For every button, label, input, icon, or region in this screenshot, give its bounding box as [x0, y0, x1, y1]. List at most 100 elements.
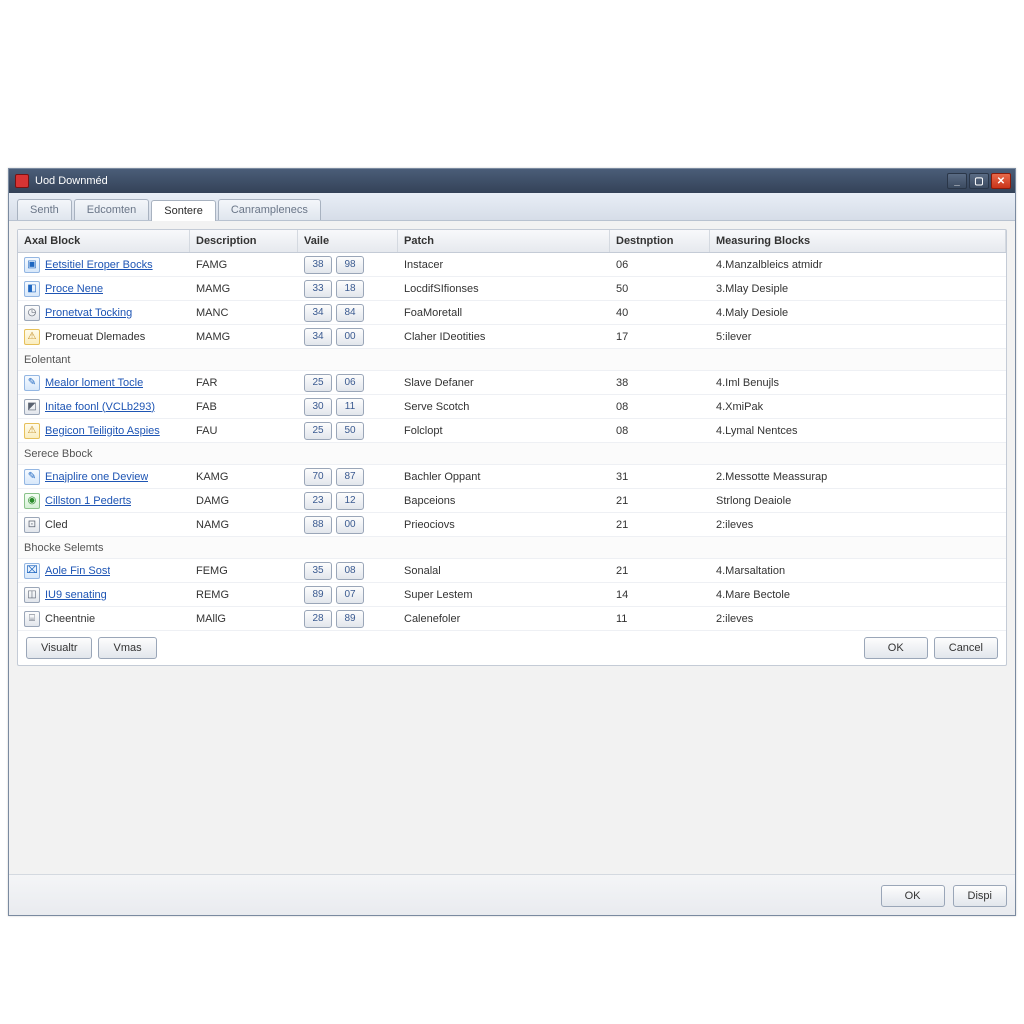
- data-grid: Axal Block Description Vaile Patch Destn…: [18, 230, 1006, 631]
- group-header: Bhocke Selemts: [18, 537, 1006, 559]
- maximize-button[interactable]: ▢: [969, 173, 989, 189]
- dialog-ok-button[interactable]: OK: [881, 885, 945, 907]
- table-row[interactable]: ⚠Begicon Teiligito AspiesFAU2550Folclopt…: [18, 419, 1006, 443]
- cell-patch: Super Lestem: [398, 587, 610, 603]
- table-row[interactable]: ◉Cillston 1 PedertsDAMG2312Bapceions21St…: [18, 489, 1006, 513]
- cancel-button[interactable]: Cancel: [934, 637, 998, 659]
- minimize-button[interactable]: _: [947, 173, 967, 189]
- value-button-b[interactable]: 00: [336, 328, 364, 346]
- col-header-destnption[interactable]: Destnption: [610, 230, 710, 252]
- cell-patch: Folclopt: [398, 423, 610, 439]
- value-button-a[interactable]: 88: [304, 516, 332, 534]
- row-icon: ⚠: [24, 423, 40, 439]
- value-button-a[interactable]: 38: [304, 256, 332, 274]
- value-button-a[interactable]: 25: [304, 374, 332, 392]
- value-button-b[interactable]: 07: [336, 586, 364, 604]
- table-row[interactable]: ⚠Promeuat DlemadesMAMG3400Claher IDeotit…: [18, 325, 1006, 349]
- value-button-b[interactable]: 12: [336, 492, 364, 510]
- tab-edcomten[interactable]: Edcomten: [74, 199, 150, 220]
- block-name: Cled: [45, 519, 68, 531]
- row-icon: ◧: [24, 281, 40, 297]
- block-name[interactable]: Mealor loment Tocle: [45, 377, 143, 389]
- cell-description: MAMG: [190, 329, 298, 345]
- table-row[interactable]: ✎Enajplire one DeviewKAMG7087Bachler Opp…: [18, 465, 1006, 489]
- value-button-a[interactable]: 89: [304, 586, 332, 604]
- block-name[interactable]: Initae foonl (VCLb293): [45, 401, 155, 413]
- block-name[interactable]: Aole Fin Sost: [45, 565, 110, 577]
- cell-description: NAMG: [190, 517, 298, 533]
- dialog-dispi-button[interactable]: Dispi: [953, 885, 1007, 907]
- table-row[interactable]: ▣Eetsitiel Eroper BocksFAMG3898Instacer0…: [18, 253, 1006, 277]
- col-header-value[interactable]: Vaile: [298, 230, 398, 252]
- tab-canramplenecs[interactable]: Canramplenecs: [218, 199, 321, 220]
- ok-button[interactable]: OK: [864, 637, 928, 659]
- table-row[interactable]: ✎Mealor loment TocleFAR2506Slave Defaner…: [18, 371, 1006, 395]
- close-button[interactable]: ✕: [991, 173, 1011, 189]
- tab-senth[interactable]: Senth: [17, 199, 72, 220]
- value-button-a[interactable]: 30: [304, 398, 332, 416]
- row-icon: ◩: [24, 399, 40, 415]
- value-button-b[interactable]: 08: [336, 562, 364, 580]
- table-row[interactable]: ◫IU9 senatingREMG8907Super Lestem144.Mar…: [18, 583, 1006, 607]
- value-button-b[interactable]: 89: [336, 610, 364, 628]
- col-header-description[interactable]: Description: [190, 230, 298, 252]
- tabs-strip: Senth Edcomten Sontere Canramplenecs: [9, 193, 1015, 221]
- window-title: Uod Downméd: [35, 175, 947, 187]
- value-button-a[interactable]: 34: [304, 304, 332, 322]
- tab-sontere[interactable]: Sontere: [151, 200, 216, 221]
- grid-body: ▣Eetsitiel Eroper BocksFAMG3898Instacer0…: [18, 253, 1006, 631]
- titlebar: Uod Downméd _ ▢ ✕: [9, 169, 1015, 193]
- block-name[interactable]: Eetsitiel Eroper Bocks: [45, 259, 153, 271]
- cell-patch: Serve Scotch: [398, 399, 610, 415]
- value-button-a[interactable]: 25: [304, 422, 332, 440]
- value-button-b[interactable]: 00: [336, 516, 364, 534]
- value-button-b[interactable]: 18: [336, 280, 364, 298]
- value-button-b[interactable]: 84: [336, 304, 364, 322]
- col-header-block[interactable]: Axal Block: [18, 230, 190, 252]
- grid-header: Axal Block Description Vaile Patch Destn…: [18, 230, 1006, 253]
- window-control-group: _ ▢ ✕: [947, 173, 1011, 189]
- cell-measuring: 2:ileves: [710, 517, 1006, 533]
- cell-measuring: 3.Mlay Desiple: [710, 281, 1006, 297]
- block-name[interactable]: Enajplire one Deview: [45, 471, 148, 483]
- cell-description: REMG: [190, 587, 298, 603]
- table-row[interactable]: ◷Pronetvat TockingMANC3484FoaMoretall404…: [18, 301, 1006, 325]
- value-button-b[interactable]: 87: [336, 468, 364, 486]
- col-header-patch[interactable]: Patch: [398, 230, 610, 252]
- vmas-button[interactable]: Vmas: [98, 637, 156, 659]
- table-row[interactable]: ◩ Initae foonl (VCLb293) FAB 3011 Serve Scot…: [18, 395, 1006, 419]
- value-button-b[interactable]: 06: [336, 374, 364, 392]
- cell-patch: Prieociovs: [398, 517, 610, 533]
- block-name[interactable]: Cillston 1 Pederts: [45, 495, 131, 507]
- value-button-b[interactable]: 11: [336, 398, 364, 416]
- col-header-measuring[interactable]: Measuring Blocks: [710, 230, 1006, 252]
- table-row[interactable]: ⌸CheentnieMAllG2889Calenefoler112:ileves: [18, 607, 1006, 631]
- cell-patch: Claher IDeotities: [398, 329, 610, 345]
- group-header: Serece Bbock: [18, 443, 1006, 465]
- cell-measuring: 4.XmiPak: [710, 399, 1006, 415]
- block-name[interactable]: IU9 senating: [45, 589, 107, 601]
- value-button-a[interactable]: 28: [304, 610, 332, 628]
- table-row[interactable]: ⌧Aole Fin SostFEMG3508Sonalal214.Marsalt…: [18, 559, 1006, 583]
- block-name: Cheentnie: [45, 613, 95, 625]
- value-button-a[interactable]: 23: [304, 492, 332, 510]
- table-row[interactable]: ⊡CledNAMG8800Prieociovs212:ileves: [18, 513, 1006, 537]
- block-name[interactable]: Begicon Teiligito Aspies: [45, 425, 160, 437]
- value-button-a[interactable]: 34: [304, 328, 332, 346]
- cell-destnption: 21: [610, 517, 710, 533]
- group-header: Eolentant: [18, 349, 1006, 371]
- value-button-a[interactable]: 33: [304, 280, 332, 298]
- value-button-b[interactable]: 50: [336, 422, 364, 440]
- block-name[interactable]: Proce Nene: [45, 283, 103, 295]
- cell-destnption: 17: [610, 329, 710, 345]
- cell-description: FAB: [190, 399, 298, 415]
- value-button-a[interactable]: 70: [304, 468, 332, 486]
- table-row[interactable]: ◧Proce NeneMAMG3318LocdifSIfionses503.Ml…: [18, 277, 1006, 301]
- cell-description: MAMG: [190, 281, 298, 297]
- cell-measuring: 4.Mare Bectole: [710, 587, 1006, 603]
- block-name[interactable]: Pronetvat Tocking: [45, 307, 132, 319]
- visualtr-button[interactable]: Visualtr: [26, 637, 92, 659]
- value-button-b[interactable]: 98: [336, 256, 364, 274]
- grid-panel: Axal Block Description Vaile Patch Destn…: [17, 229, 1007, 666]
- value-button-a[interactable]: 35: [304, 562, 332, 580]
